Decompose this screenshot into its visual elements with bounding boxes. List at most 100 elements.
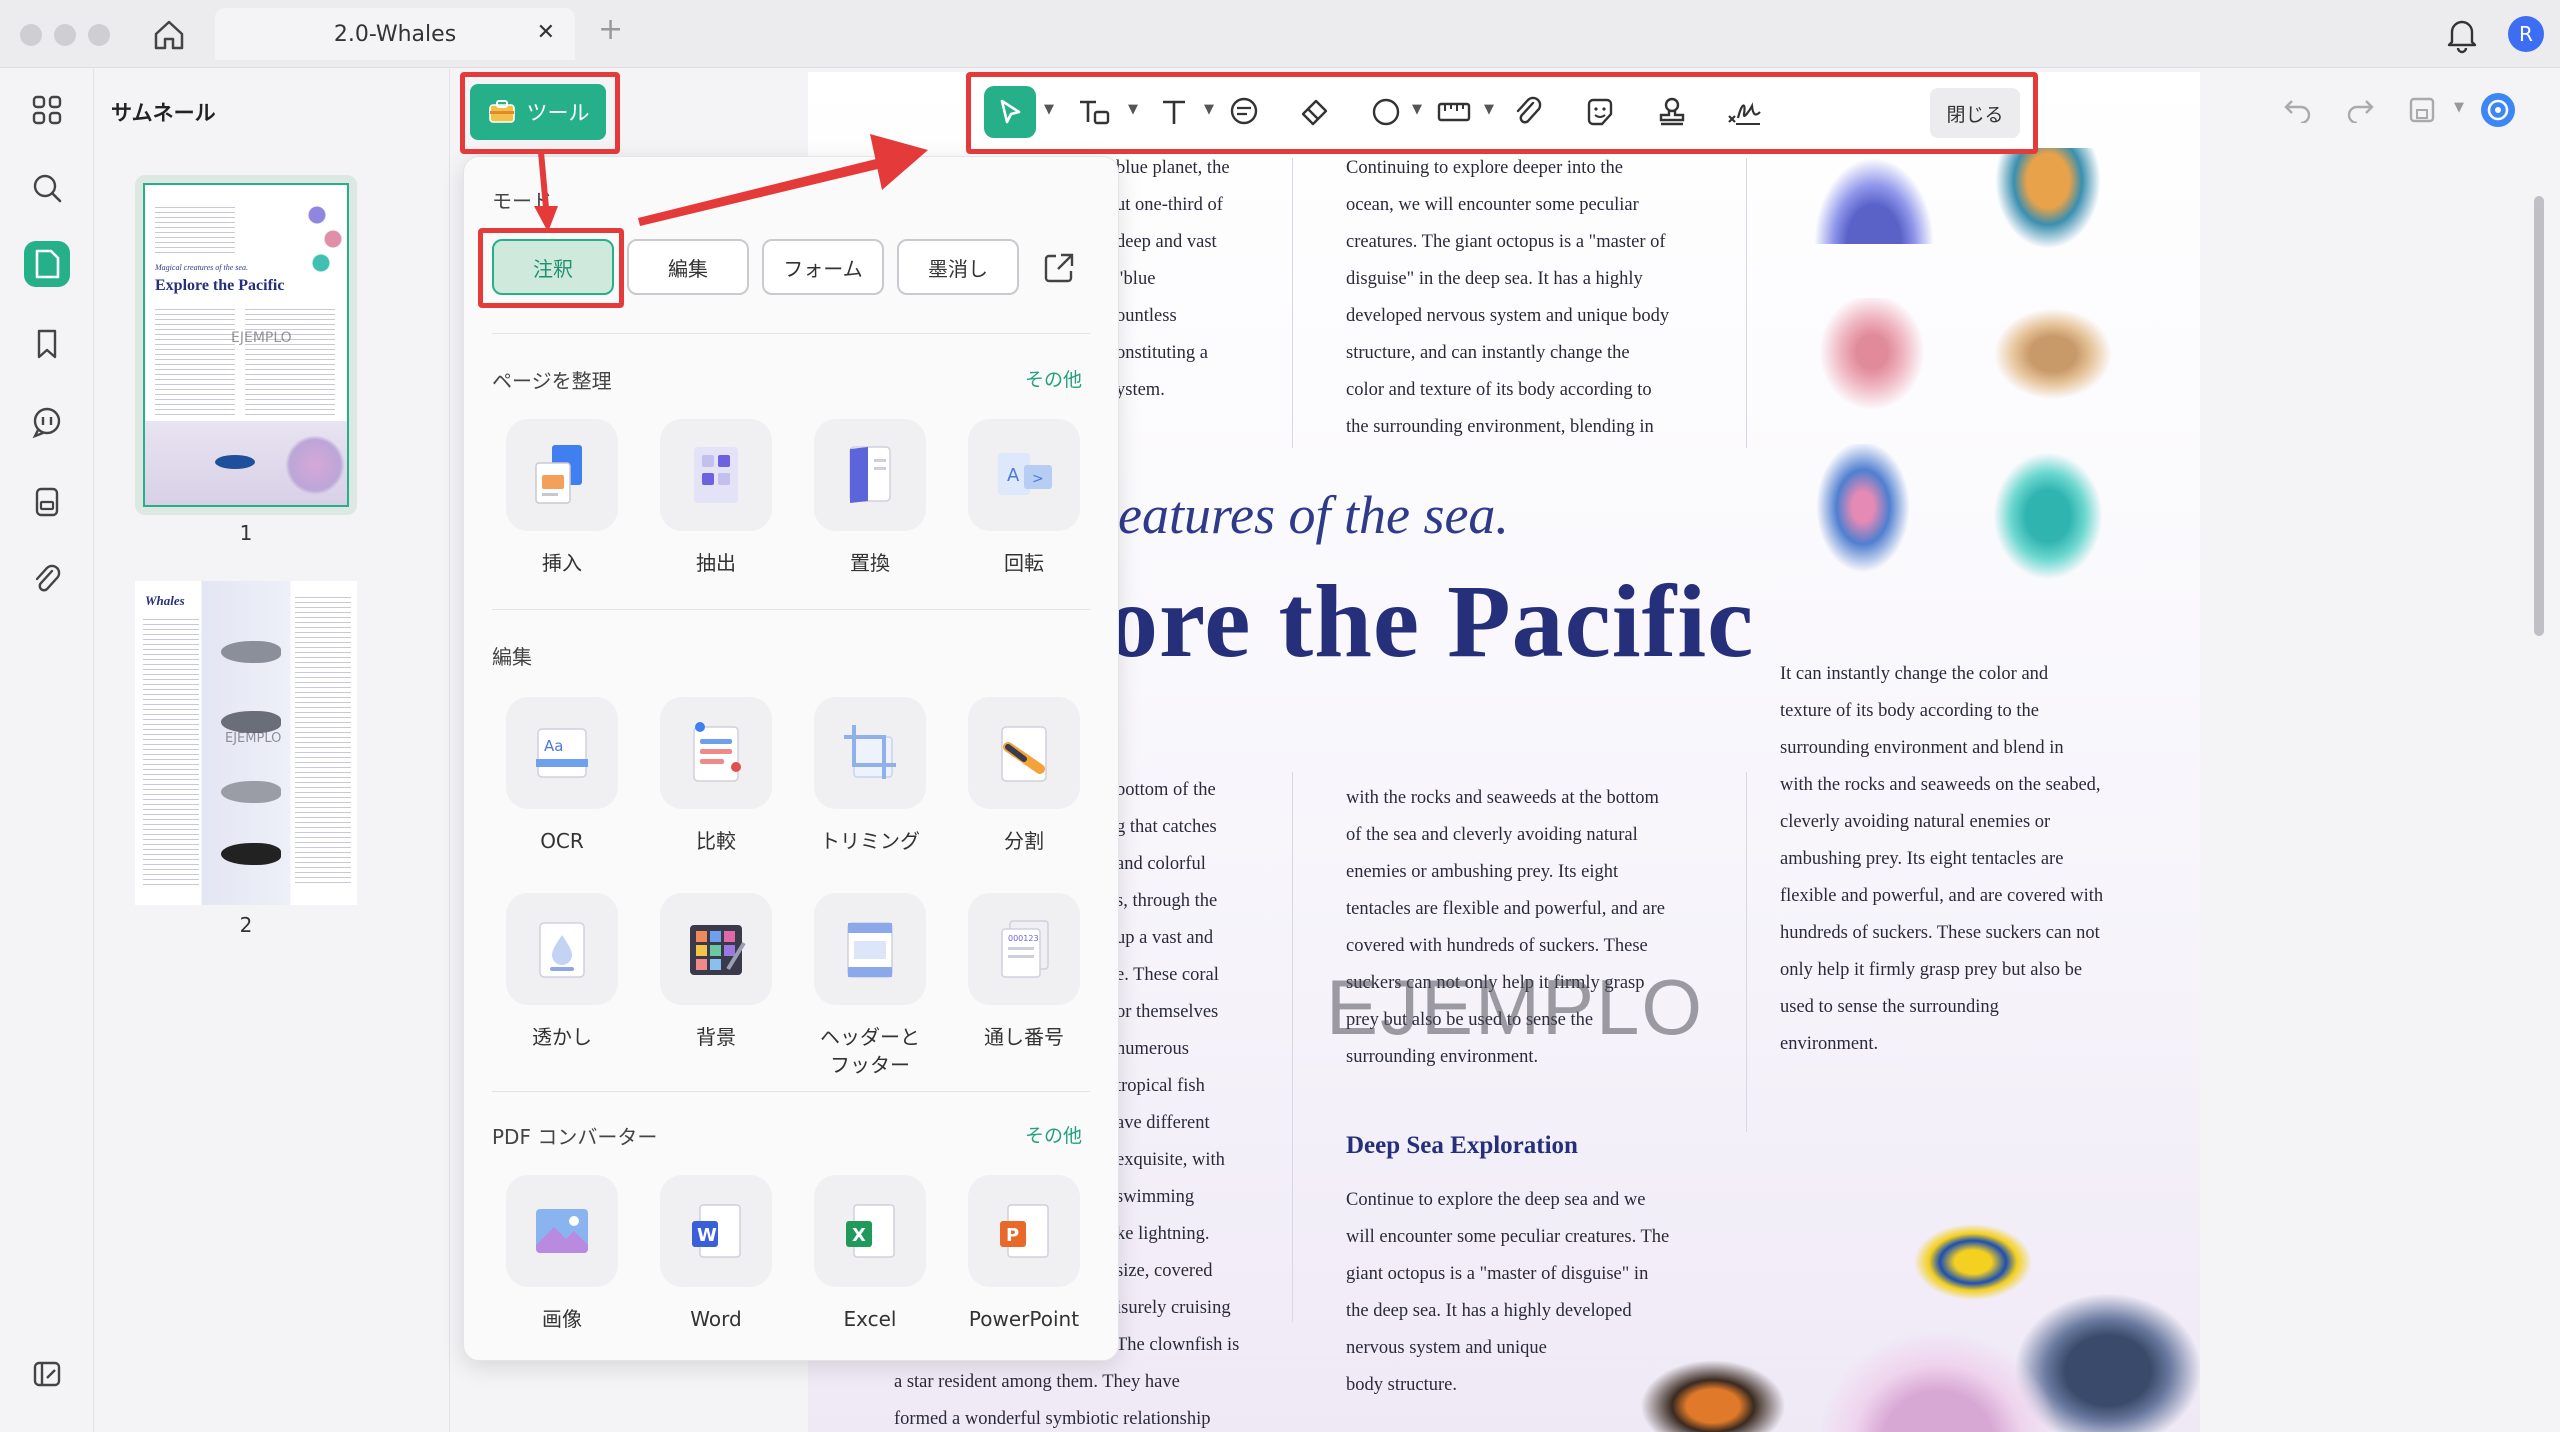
user-avatar[interactable]: R	[2508, 16, 2544, 52]
organize-more-link[interactable]: その他	[1025, 365, 1082, 392]
tab-title: 2.0-Whales	[333, 22, 457, 47]
stamp-page-icon[interactable]	[24, 479, 70, 525]
thumbnail-page-1[interactable]: Magical creatures of the sea. Explore th…	[135, 175, 357, 515]
organize-section-title: ページを整理	[492, 369, 612, 393]
replace-page-icon	[814, 419, 926, 531]
tool-convert-powerpoint[interactable]: P PowerPoint	[962, 1175, 1086, 1333]
tool-background[interactable]: 背景	[654, 893, 778, 1051]
watermark-icon	[506, 893, 618, 1005]
paperclip-icon[interactable]	[1502, 86, 1554, 138]
svg-text:P: P	[1006, 1225, 1019, 1246]
coral-illustration-orange	[1988, 148, 2108, 258]
tool-convert-word[interactable]: W Word	[654, 1175, 778, 1333]
sidebar-toggle-icon[interactable]	[24, 1351, 70, 1397]
comment-note-icon[interactable]	[1218, 86, 1270, 138]
svg-text:A: A	[1007, 465, 1020, 486]
tool-convert-excel[interactable]: X Excel	[808, 1175, 932, 1333]
tool-split[interactable]: 分割	[962, 697, 1086, 855]
ai-assistant-icon[interactable]	[2478, 90, 2518, 130]
bookmark-icon[interactable]	[24, 321, 70, 367]
text-highlight-tool-icon[interactable]	[1068, 86, 1120, 138]
tool-ocr[interactable]: Aa OCR	[500, 697, 624, 855]
tool-bates-number[interactable]: 000123 通し番号	[962, 893, 1086, 1051]
document-tab[interactable]: 2.0-Whales ✕	[215, 8, 575, 60]
zoom-window-button[interactable]	[88, 24, 110, 46]
tab-close-icon[interactable]: ✕	[537, 20, 555, 45]
mode-edit-button[interactable]: 編集	[627, 239, 749, 295]
thumbnail-page-2[interactable]: Whales EJEMPLO	[135, 581, 357, 905]
circle-shape-icon[interactable]	[1360, 86, 1412, 138]
chevron-down-icon[interactable]: ▼	[1204, 102, 1214, 117]
redo-icon[interactable]	[2340, 90, 2380, 130]
svg-text:X: X	[852, 1225, 866, 1246]
converter-more-link[interactable]: その他	[1025, 1121, 1082, 1148]
tool-insert[interactable]: 挿入	[500, 419, 624, 577]
doc-col3-mid: It can instantly change the color and tex…	[1780, 664, 2104, 1054]
sticker-icon[interactable]	[1574, 86, 1626, 138]
chevron-down-icon[interactable]: ▼	[1044, 102, 1054, 117]
comment-icon[interactable]	[24, 399, 70, 445]
tool-header-footer[interactable]: ヘッダーと フッター	[808, 893, 932, 1079]
signature-icon[interactable]	[1718, 86, 1770, 138]
select-pointer-icon[interactable]	[984, 86, 1036, 138]
text-tool-icon[interactable]	[1148, 86, 1200, 138]
chevron-down-icon[interactable]: ▼	[1128, 102, 1138, 117]
doc-col1-top: blue planet, the ut one-third of deep and …	[1116, 158, 1230, 400]
eraser-icon[interactable]	[1288, 86, 1340, 138]
tool-replace[interactable]: 置換	[808, 419, 932, 577]
deep-sea-heading: Deep Sea Exploration	[1346, 1132, 1578, 1159]
measure-tool-icon[interactable]	[1428, 86, 1480, 138]
mode-annotate-button[interactable]: 注釈	[492, 239, 614, 295]
extract-page-icon	[660, 419, 772, 531]
undo-icon[interactable]	[2278, 90, 2318, 130]
title-bar: 2.0-Whales ✕ + R	[0, 0, 2560, 68]
toolbox-icon	[488, 100, 515, 123]
header-footer-icon	[814, 893, 926, 1005]
stamp-icon[interactable]	[1646, 86, 1698, 138]
annotation-toolbar: ▼ ▼ ▼ ▼ ▼ 閉じる	[968, 72, 2034, 152]
close-window-button[interactable]	[20, 24, 42, 46]
crop-icon	[814, 697, 926, 809]
tool-watermark[interactable]: 透かし	[500, 893, 624, 1051]
insert-page-icon	[506, 419, 618, 531]
minimize-window-button[interactable]	[54, 24, 76, 46]
excel-icon: X	[814, 1175, 926, 1287]
mode-redact-button[interactable]: 墨消し	[897, 239, 1019, 295]
coral-reef-illustration	[1808, 1322, 2068, 1432]
thumbnail-page-icon[interactable]	[24, 241, 70, 287]
search-icon[interactable]	[24, 165, 70, 211]
svg-text:W: W	[697, 1225, 717, 1246]
chevron-down-icon[interactable]: ▼	[1412, 102, 1422, 117]
mode-form-button[interactable]: フォーム	[762, 239, 884, 295]
edit-section-title: 編集	[492, 645, 532, 669]
coral-illustration-pink	[1812, 298, 1932, 418]
tool-crop[interactable]: トリミング	[808, 697, 932, 855]
thumbnail-panel: サムネール Magical creatures of the sea. Expl…	[95, 69, 450, 1432]
scrollbar-thumb[interactable]	[2534, 196, 2544, 636]
new-tab-button[interactable]: +	[598, 14, 623, 46]
attachment-icon[interactable]	[24, 557, 70, 603]
left-icon-rail	[0, 69, 94, 1432]
ocr-icon: Aa	[506, 697, 618, 809]
doc-subtitle: eatures of the sea.	[1118, 485, 1509, 545]
tool-compare[interactable]: 比較	[654, 697, 778, 855]
chevron-down-icon[interactable]: ▼	[2454, 100, 2464, 115]
external-link-icon[interactable]	[1042, 251, 1076, 285]
close-annotation-button[interactable]: 閉じる	[1930, 88, 2020, 138]
coral-illustration-brown	[1988, 304, 2118, 404]
thumbnail-1-number: 1	[239, 521, 253, 545]
svg-text:Aa: Aa	[544, 737, 563, 755]
bell-icon[interactable]	[2442, 14, 2482, 54]
rotate-page-icon: A >	[968, 419, 1080, 531]
thumbnail-2-heading: Whales	[145, 593, 185, 608]
tool-extract[interactable]: 抽出	[654, 419, 778, 577]
chevron-down-icon[interactable]: ▼	[1484, 102, 1494, 117]
tool-convert-image[interactable]: 画像	[500, 1175, 624, 1333]
grid-apps-icon[interactable]	[24, 87, 70, 133]
thumbnail-1-heading: Explore the Pacific	[155, 277, 285, 294]
tools-button[interactable]: ツール	[470, 84, 606, 140]
coral-illustration-purple	[1810, 152, 1938, 244]
save-icon[interactable]	[2402, 90, 2442, 130]
tool-rotate[interactable]: A > 回転	[962, 419, 1086, 577]
home-icon[interactable]	[150, 16, 188, 54]
